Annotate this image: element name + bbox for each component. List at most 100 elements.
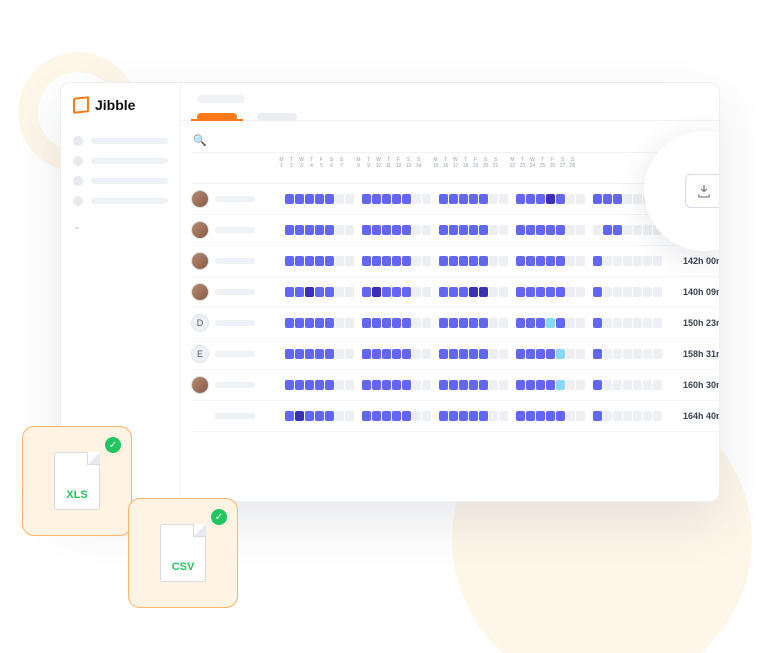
day-cell[interactable] [412,194,421,204]
day-cell[interactable] [459,411,468,421]
day-cell[interactable] [422,225,431,235]
day-cell[interactable] [643,411,652,421]
day-cell[interactable] [325,349,334,359]
day-cell[interactable] [536,194,545,204]
day-cell[interactable] [285,194,294,204]
day-cell[interactable] [623,318,632,328]
day-cell[interactable] [593,194,602,204]
day-cell[interactable] [392,380,401,390]
nav-item[interactable] [73,151,168,171]
day-cell[interactable] [603,194,612,204]
day-cell[interactable] [643,256,652,266]
day-cell[interactable] [372,225,381,235]
day-cell[interactable] [643,349,652,359]
day-cell[interactable] [315,318,324,328]
day-cell[interactable] [566,256,575,266]
day-cell[interactable] [412,349,421,359]
day-cell[interactable] [412,411,421,421]
nav-item[interactable] [73,131,168,151]
day-cell[interactable] [325,225,334,235]
day-cell[interactable] [556,194,565,204]
nav-item[interactable] [73,171,168,191]
day-cell[interactable] [643,225,652,235]
day-cell[interactable] [526,349,535,359]
day-cell[interactable] [295,411,304,421]
day-cell[interactable] [402,194,411,204]
day-cell[interactable] [516,225,525,235]
day-cell[interactable] [469,287,478,297]
day-cell[interactable] [633,318,642,328]
day-cell[interactable] [345,256,354,266]
day-cell[interactable] [372,194,381,204]
day-cell[interactable] [372,380,381,390]
table-row[interactable]: 164h 40m [191,401,720,432]
day-cell[interactable] [479,349,488,359]
day-cell[interactable] [566,287,575,297]
day-cell[interactable] [439,256,448,266]
day-cell[interactable] [479,194,488,204]
day-cell[interactable] [516,256,525,266]
day-cell[interactable] [335,225,344,235]
day-cell[interactable] [479,411,488,421]
day-cell[interactable] [556,411,565,421]
day-cell[interactable] [633,349,642,359]
day-cell[interactable] [422,411,431,421]
day-cell[interactable] [439,287,448,297]
day-cell[interactable] [325,256,334,266]
day-cell[interactable] [633,411,642,421]
day-cell[interactable] [593,318,602,328]
day-cell[interactable] [362,349,371,359]
day-cell[interactable] [449,256,458,266]
day-cell[interactable] [345,318,354,328]
day-cell[interactable] [305,411,314,421]
day-cell[interactable] [315,380,324,390]
day-cell[interactable] [439,411,448,421]
day-cell[interactable] [556,349,565,359]
day-cell[interactable] [449,411,458,421]
day-cell[interactable] [345,225,354,235]
day-cell[interactable] [479,287,488,297]
day-cell[interactable] [305,349,314,359]
day-cell[interactable] [449,225,458,235]
day-cell[interactable] [536,256,545,266]
day-cell[interactable] [633,194,642,204]
day-cell[interactable] [459,380,468,390]
day-cell[interactable] [345,380,354,390]
day-cell[interactable] [546,349,555,359]
table-row[interactable]: D150h 23m [191,308,720,339]
day-cell[interactable] [412,380,421,390]
day-cell[interactable] [392,318,401,328]
day-cell[interactable] [516,287,525,297]
day-cell[interactable] [633,287,642,297]
day-cell[interactable] [315,411,324,421]
day-cell[interactable] [295,380,304,390]
day-cell[interactable] [546,225,555,235]
day-cell[interactable] [439,380,448,390]
day-cell[interactable] [556,225,565,235]
day-cell[interactable] [603,380,612,390]
day-cell[interactable] [566,225,575,235]
day-cell[interactable] [576,287,585,297]
day-cell[interactable] [536,380,545,390]
day-cell[interactable] [305,225,314,235]
day-cell[interactable] [546,256,555,266]
day-cell[interactable] [603,287,612,297]
day-cell[interactable] [613,318,622,328]
day-cell[interactable] [402,380,411,390]
day-cell[interactable] [576,380,585,390]
table-row[interactable]: 142h 00m [191,246,720,277]
day-cell[interactable] [469,411,478,421]
day-cell[interactable] [526,256,535,266]
day-cell[interactable] [422,380,431,390]
day-cell[interactable] [422,256,431,266]
day-cell[interactable] [335,318,344,328]
day-cell[interactable] [479,318,488,328]
day-cell[interactable] [603,225,612,235]
day-cell[interactable] [576,225,585,235]
day-cell[interactable] [469,349,478,359]
day-cell[interactable] [526,318,535,328]
day-cell[interactable] [499,194,508,204]
day-cell[interactable] [382,349,391,359]
day-cell[interactable] [526,194,535,204]
day-cell[interactable] [516,318,525,328]
